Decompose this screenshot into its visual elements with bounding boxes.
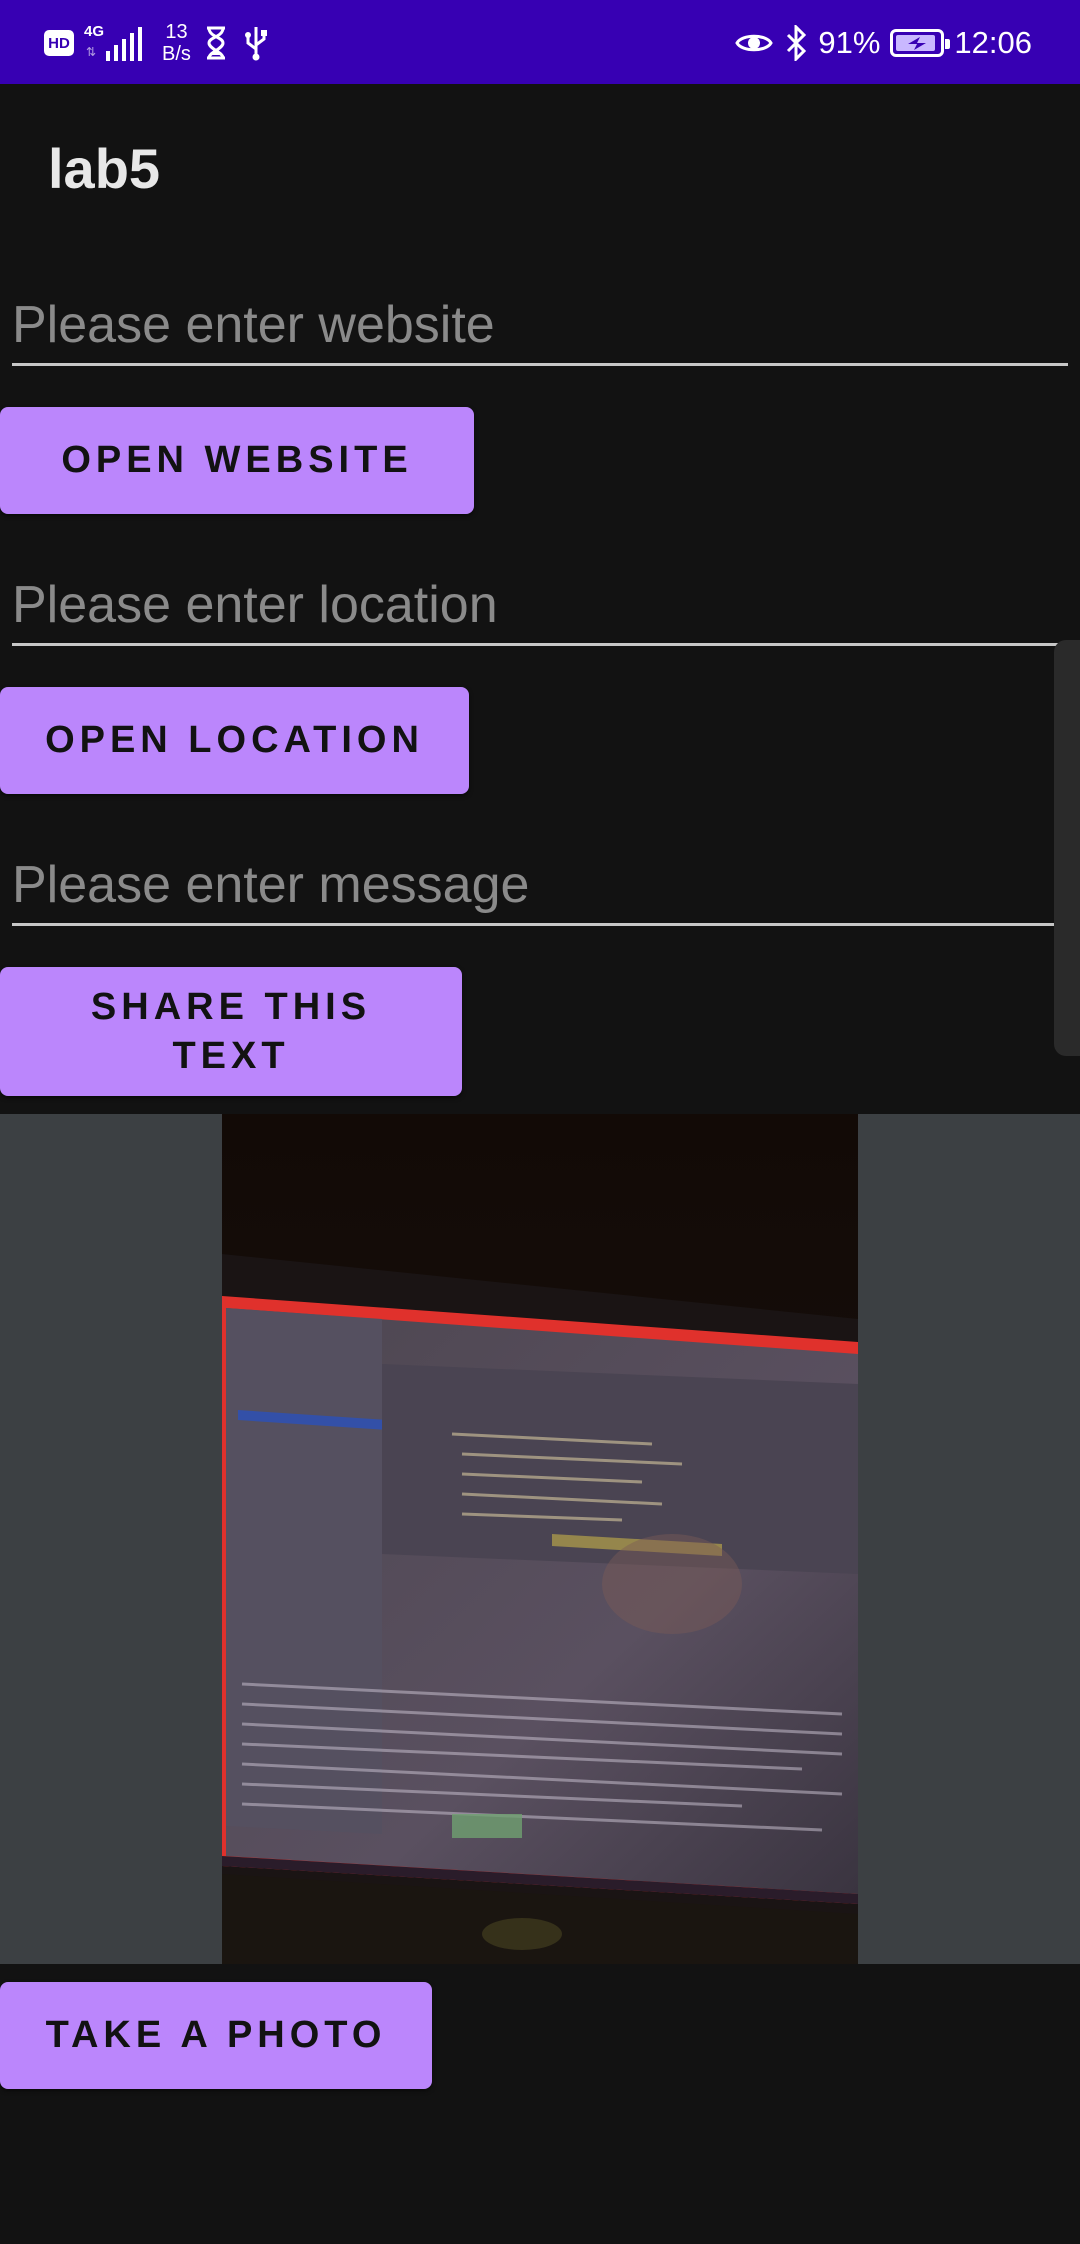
net-speed-value: 13 bbox=[165, 21, 188, 43]
signal-icon: 4G ⇅ bbox=[84, 23, 142, 63]
net-speed: 13 B/s bbox=[162, 21, 191, 65]
message-field[interactable] bbox=[12, 850, 1068, 926]
hd-icon: HD bbox=[44, 30, 74, 56]
open-website-button[interactable]: OPEN WEBSITE bbox=[0, 407, 474, 514]
scrollbar[interactable] bbox=[1054, 640, 1080, 1056]
take-photo-button[interactable]: TAKE A PHOTO bbox=[0, 1982, 432, 2089]
website-field[interactable] bbox=[12, 290, 1068, 366]
net-speed-unit: B/s bbox=[162, 43, 191, 65]
location-input[interactable] bbox=[12, 570, 1068, 640]
location-field[interactable] bbox=[12, 570, 1068, 646]
share-text-label-line1: SHARE THIS bbox=[90, 985, 372, 1028]
message-input[interactable] bbox=[12, 850, 1068, 920]
share-text-label-line2: TEXT bbox=[172, 1034, 290, 1077]
share-text-button[interactable]: SHARE THIS TEXT bbox=[0, 967, 462, 1096]
captured-photo bbox=[222, 1114, 858, 1964]
hourglass-icon bbox=[206, 26, 225, 60]
website-input[interactable] bbox=[12, 290, 1068, 360]
clock: 12:06 bbox=[954, 25, 1032, 60]
status-bar: HD 4G ⇅ 13 B/s 91% 12:06 bbox=[0, 0, 1080, 84]
battery-percent: 91% bbox=[818, 25, 881, 60]
bluetooth-icon bbox=[787, 25, 807, 61]
battery-charging-icon bbox=[890, 29, 951, 57]
open-location-button[interactable]: OPEN LOCATION bbox=[0, 687, 469, 794]
photo-preview bbox=[0, 1114, 1080, 1964]
eye-icon bbox=[735, 34, 774, 52]
data-arrows-icon: ⇅ bbox=[86, 45, 97, 59]
network-type: 4G bbox=[84, 23, 105, 40]
usb-icon bbox=[244, 27, 267, 61]
app-title: lab5 bbox=[48, 137, 161, 200]
